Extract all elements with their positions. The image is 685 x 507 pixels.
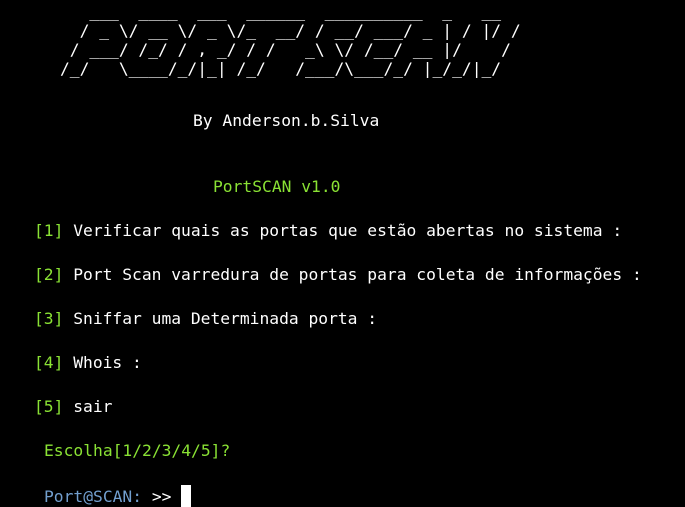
- menu-item-key: [3]: [34, 309, 64, 328]
- menu-item-key: [4]: [34, 353, 64, 372]
- ascii-line: /_/ \____/_/|_| /_/ /___/\___/_/ |_/_/|_…: [60, 59, 502, 78]
- app-title: PortSCAN v1.0: [213, 177, 341, 196]
- menu-item-1: [1] Verificar quais as portas que estão …: [34, 221, 622, 241]
- menu-item-4: [4] Whois :: [34, 353, 142, 373]
- menu-item-5: [5] sair: [34, 397, 112, 417]
- ascii-art-banner: ___ ____ ___ ______ __________ _ __ / _ …: [60, 2, 521, 78]
- menu-item-2: [2] Port Scan varredura de portas para c…: [34, 265, 642, 285]
- menu-item-key: [5]: [34, 397, 64, 416]
- menu-item-label: Verificar quais as portas que estão aber…: [63, 221, 623, 240]
- author-credit: By Anderson.b.Silva: [193, 111, 380, 130]
- ascii-line: / _ \/ __ \/ _ \/_ __/ / __/ ___/ _ | / …: [79, 21, 521, 40]
- prompt-arrows: >>: [142, 487, 182, 506]
- ascii-line: / ___/ /_/ / , _/ / / _\ \/ /__/ __ |/ /: [69, 40, 511, 59]
- menu-item-3: [3] Sniffar uma Determinada porta :: [34, 309, 377, 329]
- menu-item-label: Port Scan varredura de portas para colet…: [63, 265, 642, 284]
- terminal-window[interactable]: { "banner": { "ascii_lines": [ " ___ ___…: [0, 0, 685, 507]
- menu-item-label: Whois :: [63, 353, 142, 372]
- menu-item-label: sair: [63, 397, 113, 416]
- menu-item-key: [2]: [34, 265, 64, 284]
- command-prompt[interactable]: Port@SCAN: >>: [44, 485, 192, 507]
- menu-item-key: [1]: [34, 221, 64, 240]
- menu-item-label: Sniffar uma Determinada porta :: [63, 309, 378, 328]
- choice-question: Escolha[1/2/3/4/5]?: [44, 441, 231, 460]
- text-cursor[interactable]: [181, 485, 192, 507]
- prompt-name: Port@SCAN:: [44, 487, 143, 506]
- ascii-line: ___ ____ ___ ______ __________ _ __: [89, 2, 502, 21]
